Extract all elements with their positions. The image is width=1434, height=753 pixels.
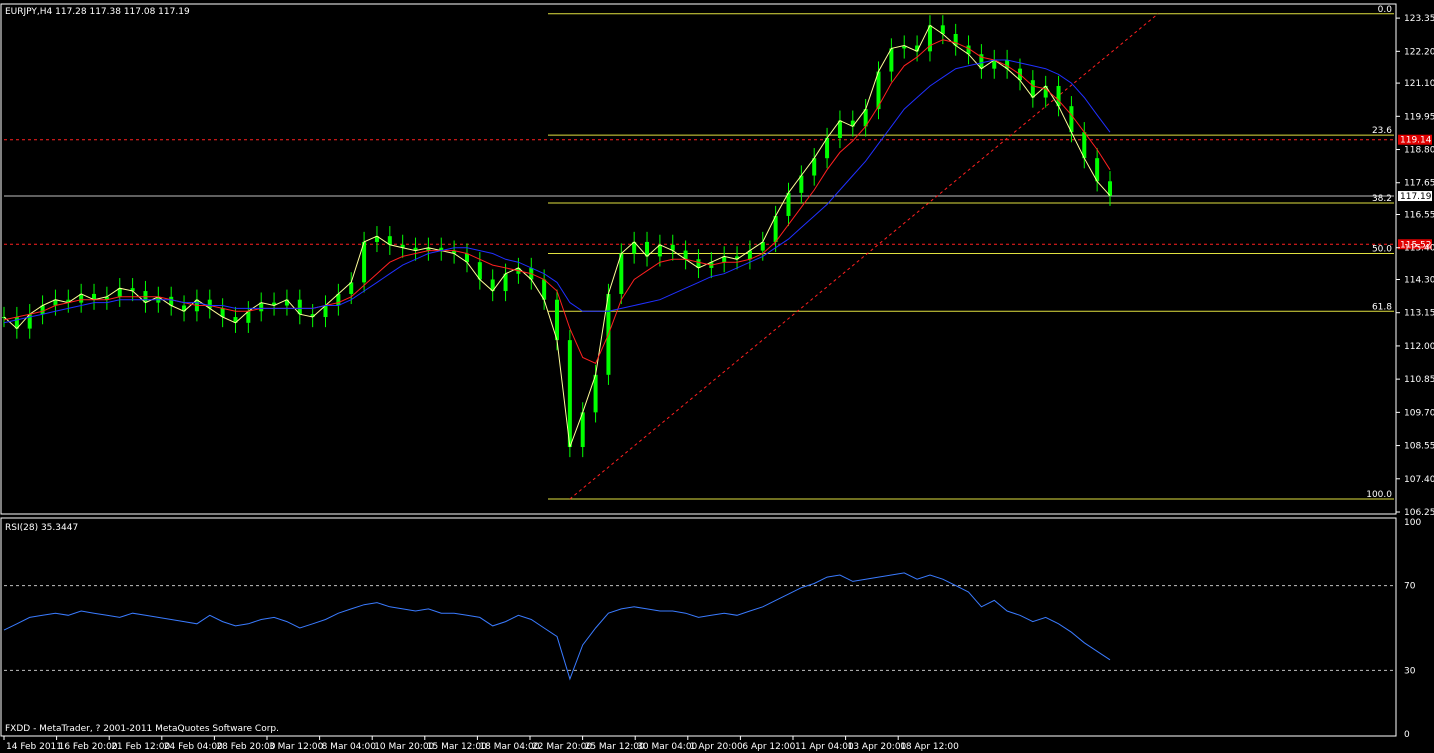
candle-body-48 (619, 253, 624, 294)
price-tick-label-8: 114.30 (1404, 275, 1434, 285)
price-tick-label-13: 108.55 (1404, 442, 1434, 452)
x-tick-label-3: 24 Feb 04:00 (164, 742, 223, 752)
x-tick-label-2: 21 Feb 12:00 (111, 742, 170, 752)
ma-fast-line (3, 24, 1111, 448)
x-tick-label-14: 6 Apr 12:00 (742, 742, 795, 752)
fib-label-5: 100.0 (1366, 490, 1392, 500)
rsi-tick-label-3: 0 (1404, 730, 1410, 740)
x-tick-label-1: 16 Feb 20:00 (59, 742, 118, 752)
chart-canvas: 0.023.638.250.061.8100.0 119.14115.52117… (0, 3, 1434, 752)
rsi-tick-label-0: 100 (1404, 518, 1421, 528)
x-tick-label-12: 30 Mar 04:00 (637, 742, 697, 752)
current-price-tag-label: 117.19 (1400, 192, 1432, 202)
price-tick-label-0: 123.35 (1404, 14, 1434, 24)
x-tick-label-17: 18 Apr 12:00 (900, 742, 959, 752)
axes: 119.14115.52117.19123.35122.20121.10119.… (3, 14, 1434, 752)
candle-body-28 (362, 241, 367, 283)
symbol-info: EURJPY,H4 117.28 117.38 117.08 117.19 (5, 7, 190, 17)
price-tick-label-7: 115.40 (1404, 244, 1434, 254)
ma-slow-line (3, 59, 1111, 324)
fib-label-0: 0.0 (1378, 5, 1393, 15)
price-tick-label-15: 106.25 (1404, 508, 1434, 518)
price-tick-label-5: 117.65 (1404, 179, 1434, 189)
x-tick-label-8: 15 Mar 12:00 (427, 742, 487, 752)
fib-label-1: 23.6 (1372, 126, 1392, 136)
fib-label-3: 50.0 (1372, 245, 1392, 255)
x-tick-label-5: 3 Mar 12:00 (269, 742, 324, 752)
x-tick-label-0: 14 Feb 2011 (6, 742, 62, 752)
x-tick-label-10: 22 Mar 20:00 (532, 742, 592, 752)
price-plot: 0.0 23.6 38.2 50.0 61.8 100.0 (2, 5, 1394, 500)
price-tick-label-10: 112.00 (1404, 342, 1434, 352)
rsi-plot (3, 572, 1394, 681)
fib-label-2: 38.2 (1372, 194, 1392, 204)
price-tick-label-3: 119.95 (1404, 112, 1434, 122)
x-tick-label-11: 25 Mar 12:00 (585, 742, 645, 752)
fib-label-4: 61.8 (1372, 302, 1392, 312)
rsi-line (3, 572, 1111, 681)
footer-copyright: FXDD - MetaTrader, ? 2001-2011 MetaQuote… (5, 724, 279, 734)
price-tick-label-6: 116.55 (1404, 211, 1434, 221)
x-tick-label-4: 28 Feb 20:00 (216, 742, 275, 752)
price-tick-label-14: 107.40 (1404, 475, 1434, 485)
price-tick-label-2: 121.10 (1404, 79, 1434, 89)
price-tick-label-1: 122.20 (1404, 47, 1434, 57)
price-tag-label-0: 119.14 (1400, 136, 1432, 146)
x-tick-label-7: 10 Mar 20:00 (374, 742, 434, 752)
x-tick-label-15: 11 Apr 04:00 (795, 742, 854, 752)
price-tick-label-11: 110.85 (1404, 375, 1434, 385)
rsi-tick-label-1: 70 (1404, 582, 1416, 592)
price-tick-label-4: 118.80 (1404, 146, 1434, 156)
rsi-tick-label-2: 30 (1404, 666, 1416, 676)
trend-line (569, 13, 1159, 500)
rsi-label: RSI(28) 35.3447 (5, 523, 78, 533)
x-tick-label-6: 8 Mar 04:00 (322, 742, 377, 752)
price-tick-label-12: 109.70 (1404, 408, 1434, 418)
rsi-panel-frame (0, 517, 1397, 737)
x-tick-label-9: 18 Mar 04:00 (479, 742, 539, 752)
price-tick-label-9: 113.15 (1404, 309, 1434, 319)
x-tick-label-16: 13 Apr 20:00 (848, 742, 907, 752)
x-tick-label-13: 1 Apr 20:00 (690, 742, 743, 752)
